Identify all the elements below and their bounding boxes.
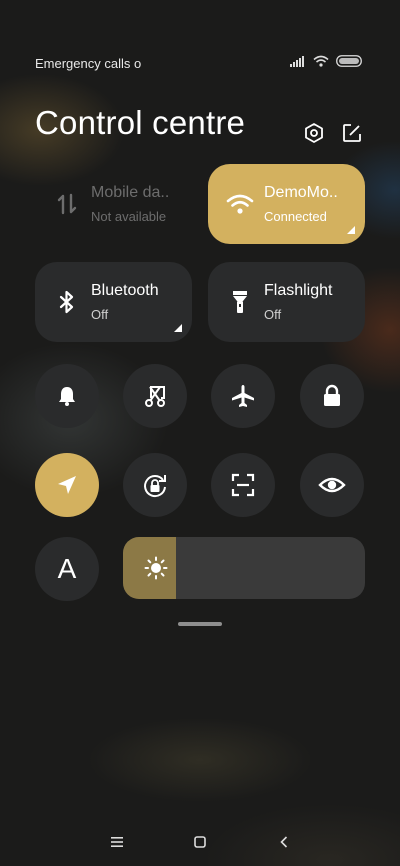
edit-icon — [343, 124, 361, 142]
bluetooth-status: Off — [91, 307, 109, 322]
auto-brightness-label: A — [57, 553, 77, 584]
page-title: Control centre — [35, 104, 246, 141]
drag-handle[interactable] — [178, 622, 222, 626]
bell-icon — [59, 387, 75, 406]
bluetooth-icon — [53, 288, 81, 316]
auto-brightness-toggle[interactable]: A — [35, 537, 99, 601]
screenshot-toggle[interactable] — [123, 364, 187, 428]
wifi-icon — [313, 55, 329, 67]
wifi-network-name: DemoMo.. — [264, 184, 338, 201]
eye-icon — [318, 477, 346, 493]
expand-corner-icon[interactable] — [174, 324, 182, 332]
flashlight-status: Off — [264, 307, 282, 322]
airplane-mode-toggle[interactable] — [211, 364, 275, 428]
bluetooth-label: Bluetooth — [91, 282, 159, 299]
wifi-status: Connected — [264, 209, 327, 224]
home-button[interactable] — [188, 830, 212, 854]
status-icons — [290, 55, 362, 67]
screenshot-icon — [145, 386, 165, 407]
rotation-lock-icon — [144, 475, 166, 498]
settings-button[interactable] — [302, 121, 326, 145]
mobile-data-icon — [53, 190, 81, 218]
sun-icon — [144, 556, 168, 580]
mobile-data-tile[interactable]: Mobile da.. Not available — [35, 164, 192, 244]
wifi-tile[interactable]: DemoMo.. Connected — [208, 164, 365, 244]
menu-button[interactable] — [105, 830, 129, 854]
rotation-lock-toggle[interactable] — [123, 453, 187, 517]
edit-button[interactable] — [340, 121, 364, 145]
wifi-icon — [226, 190, 254, 218]
expand-corner-icon[interactable] — [347, 226, 355, 234]
ringer-toggle[interactable] — [35, 364, 99, 428]
menu-icon — [111, 837, 123, 847]
navigation-bar — [0, 830, 400, 854]
back-button[interactable] — [272, 830, 296, 854]
flashlight-tile[interactable]: Flashlight Off — [208, 262, 365, 342]
mobile-data-status: Not available — [91, 209, 167, 224]
home-icon — [194, 836, 206, 848]
airplane-icon — [232, 385, 254, 407]
mobile-data-label: Mobile da.. — [91, 184, 170, 201]
lock-toggle[interactable] — [300, 364, 364, 428]
signal-icon — [290, 56, 304, 67]
brightness-slider[interactable] — [123, 537, 365, 599]
lock-icon — [324, 384, 340, 406]
status-carrier-text: Emergency calls o — [35, 56, 142, 71]
battery-icon — [336, 55, 362, 67]
flashlight-icon — [226, 288, 254, 316]
settings-icon — [305, 123, 323, 143]
back-icon — [280, 836, 288, 848]
reading-mode-toggle[interactable] — [300, 453, 364, 517]
flashlight-label: Flashlight — [264, 282, 333, 299]
bluetooth-tile[interactable]: Bluetooth Off — [35, 262, 192, 342]
location-icon — [58, 476, 76, 494]
scanner-toggle[interactable] — [211, 453, 275, 517]
scan-icon — [231, 473, 255, 497]
location-toggle[interactable] — [35, 453, 99, 517]
